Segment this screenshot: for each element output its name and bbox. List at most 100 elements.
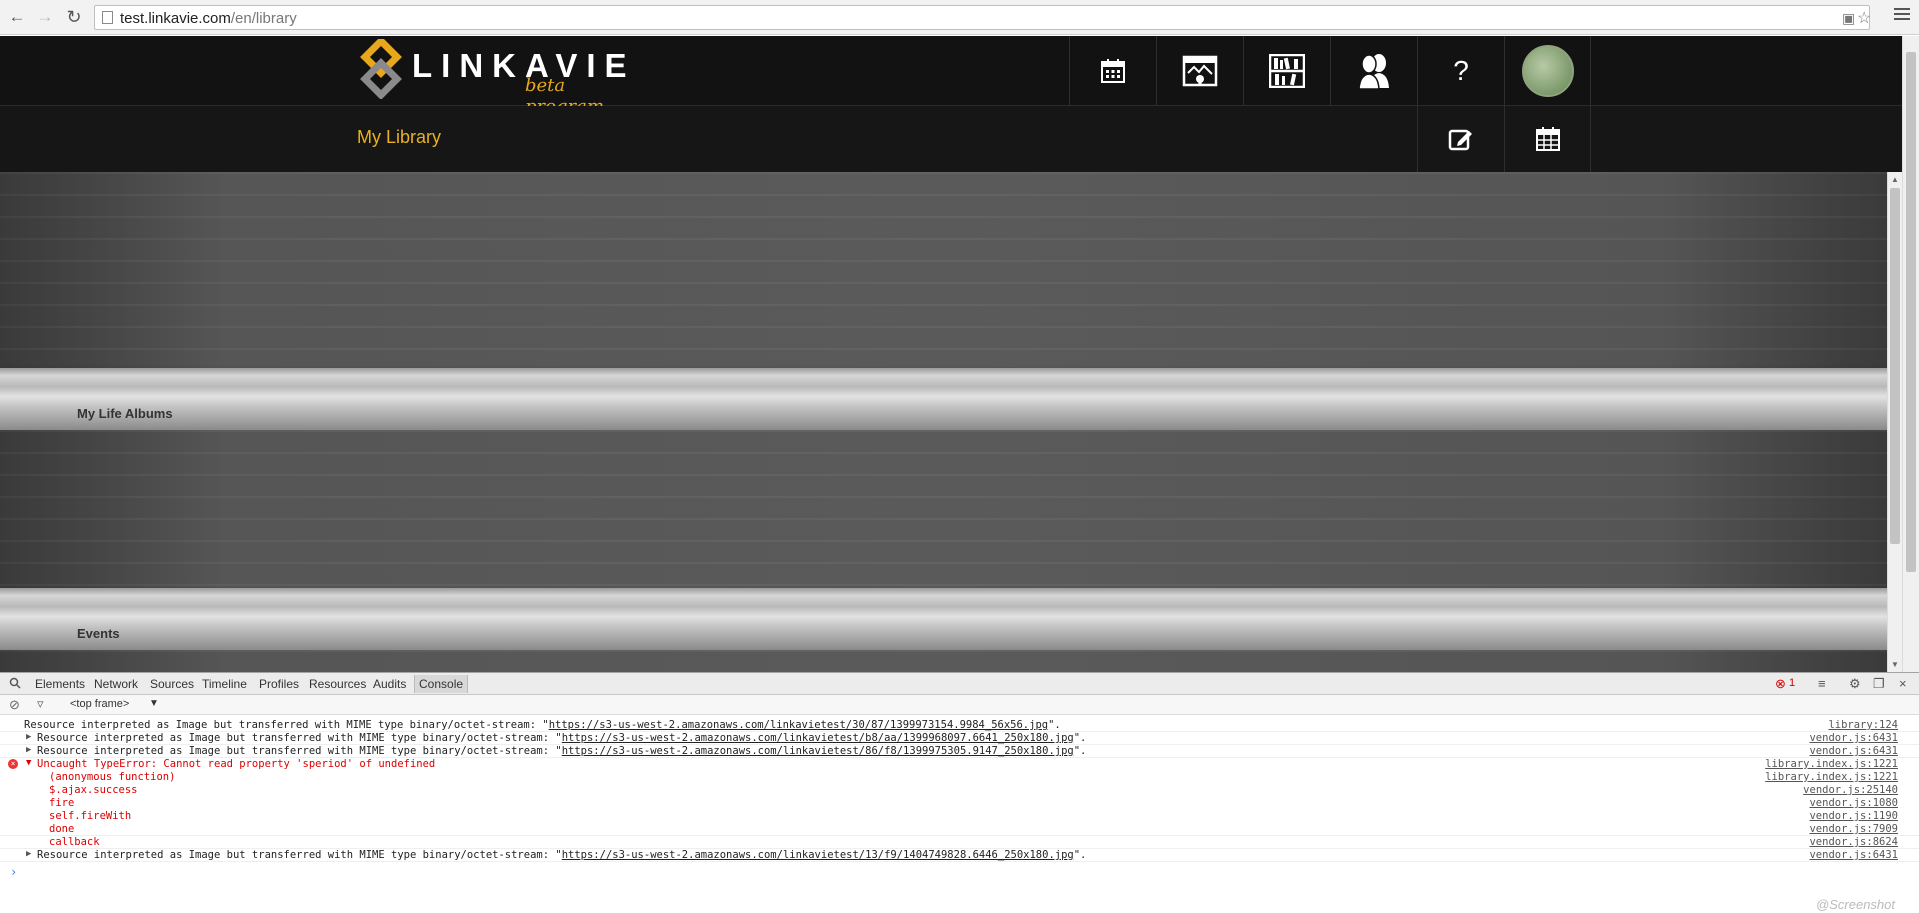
- stack-frame: done: [49, 823, 75, 835]
- close-icon[interactable]: ×: [1899, 676, 1907, 691]
- dock-icon[interactable]: ❐: [1873, 676, 1885, 692]
- expand-triangle-icon[interactable]: ▶: [26, 732, 31, 742]
- shelf-board: My Life Albums: [0, 368, 1887, 430]
- drawer-toggle-icon[interactable]: ≡: [1818, 676, 1826, 691]
- star-bookmark-icon[interactable]: ☆: [1857, 8, 1871, 28]
- console-link[interactable]: https://s3-us-west-2.amazonaws.com/linka…: [562, 849, 1074, 861]
- page-title: My Library: [357, 127, 442, 147]
- console-log: Resource interpreted as Image but transf…: [0, 715, 1919, 913]
- browser-menu-icon[interactable]: [1894, 8, 1910, 24]
- console-message-text: Resource interpreted as Image but transf…: [37, 732, 1087, 744]
- page-scroll-thumb[interactable]: [1906, 52, 1916, 572]
- expand-triangle-icon[interactable]: ▶: [26, 745, 31, 755]
- tab-resources[interactable]: Resources: [309, 677, 366, 691]
- people-icon: [1358, 54, 1389, 90]
- tab-profiles[interactable]: Profiles: [259, 677, 299, 691]
- nav-library[interactable]: [1243, 36, 1330, 106]
- stack-frame: $.ajax.success: [49, 784, 138, 796]
- nav-people[interactable]: [1330, 36, 1417, 106]
- reload-icon[interactable]: ↻: [63, 6, 85, 28]
- frame-selector[interactable]: <top frame>: [70, 698, 129, 710]
- site-viewport: LINKAVIE beta program: [0, 36, 1902, 672]
- scroll-down-arrow-icon[interactable]: ▼: [1891, 660, 1899, 669]
- tab-sources[interactable]: Sources: [150, 677, 194, 691]
- clear-console-icon[interactable]: ⊘: [9, 697, 20, 713]
- chevron-down-icon[interactable]: ▼: [149, 698, 159, 709]
- forward-arrow-icon[interactable]: →: [34, 6, 56, 28]
- calendar-icon: [1101, 59, 1125, 83]
- devtools-tabbar: Elements Network Sources Timeline Profil…: [0, 673, 1919, 695]
- stack-source-link[interactable]: library.index.js:1221: [1765, 771, 1898, 783]
- nav-calendar[interactable]: [1069, 36, 1156, 106]
- console-error-continued: callback vendor.js:8624: [0, 836, 1919, 849]
- tab-audits[interactable]: Audits: [373, 677, 406, 691]
- shelf-wall: [0, 172, 1887, 368]
- bookshelf-icon: [1269, 54, 1305, 88]
- shelf-wall: [0, 430, 1887, 588]
- shelf-wall: [0, 650, 1887, 672]
- stack-source-link[interactable]: vendor.js:1190: [1809, 810, 1898, 822]
- scroll-thumb[interactable]: [1890, 188, 1900, 544]
- stack-source-link[interactable]: vendor.js:8624: [1809, 836, 1898, 848]
- nav-private-album[interactable]: [1156, 36, 1243, 106]
- edit-library-button[interactable]: [1417, 106, 1504, 172]
- shelf-label-events[interactable]: Events: [77, 626, 120, 641]
- scroll-up-arrow-icon[interactable]: ▲: [1891, 175, 1899, 184]
- console-prompt-icon[interactable]: ›: [10, 865, 17, 879]
- console-toolbar: ⊘ ▿ <top frame> ▼: [0, 695, 1919, 715]
- stack-source-link[interactable]: vendor.js:1080: [1809, 797, 1898, 809]
- console-link[interactable]: https://s3-us-west-2.amazonaws.com/linka…: [549, 719, 1048, 731]
- stack-frame: fire: [49, 797, 75, 809]
- console-source-link[interactable]: library.index.js:1221: [1765, 758, 1898, 770]
- error-icon[interactable]: ⊗: [1775, 676, 1786, 692]
- console-link[interactable]: https://s3-us-west-2.amazonaws.com/linka…: [562, 732, 1074, 744]
- console-source-link[interactable]: library:124: [1828, 719, 1898, 731]
- stack-frame: self.fireWith: [49, 810, 132, 822]
- calendar-grid-icon: [1535, 127, 1560, 151]
- console-message-text: Resource interpreted as Image but transf…: [24, 719, 1061, 731]
- url-text[interactable]: test.linkavie.com/en/library: [120, 10, 297, 27]
- gear-icon[interactable]: ⚙: [1849, 676, 1861, 692]
- devtools-panel: Elements Network Sources Timeline Profil…: [0, 672, 1919, 912]
- stack-source-link[interactable]: vendor.js:7909: [1809, 823, 1898, 835]
- site-header: LINKAVIE beta program: [0, 36, 1902, 117]
- console-link[interactable]: https://s3-us-west-2.amazonaws.com/linka…: [562, 745, 1074, 757]
- console-message: ▶ Resource interpreted as Image but tran…: [0, 745, 1919, 758]
- expand-triangle-icon[interactable]: ▶: [26, 849, 31, 859]
- stack-frame: callback: [49, 836, 100, 848]
- collapse-triangle-icon[interactable]: ▼: [26, 758, 31, 768]
- console-source-link[interactable]: vendor.js:6431: [1809, 732, 1898, 744]
- calendar-view-button[interactable]: [1504, 106, 1591, 172]
- stack-source-link[interactable]: vendor.js:25140: [1803, 784, 1898, 796]
- library-shelves: My Life Albums Events: [0, 172, 1887, 672]
- browser-toolbar: ← → ↻ test.linkavie.com/en/library ▣ ☆: [0, 0, 1919, 35]
- back-arrow-icon[interactable]: ←: [6, 6, 28, 28]
- nav-profile[interactable]: [1504, 36, 1591, 106]
- shelf-label-my-life-albums[interactable]: My Life Albums: [77, 406, 173, 421]
- console-source-link[interactable]: vendor.js:6431: [1809, 745, 1898, 757]
- library-scrollbar[interactable]: ▲ ▼: [1887, 172, 1902, 672]
- error-count-badge[interactable]: 1: [1789, 677, 1795, 689]
- avatar: [1521, 45, 1574, 97]
- translate-icon[interactable]: ▣: [1842, 10, 1855, 27]
- nav-help[interactable]: ?: [1417, 36, 1504, 106]
- search-icon[interactable]: [9, 677, 21, 689]
- watermark: @Screenshot: [1816, 897, 1895, 912]
- console-error: × ▼ Uncaught TypeError: Cannot read prop…: [0, 758, 1919, 836]
- filter-icon[interactable]: ▿: [37, 696, 44, 712]
- console-message: Resource interpreted as Image but transf…: [0, 719, 1919, 732]
- tab-elements[interactable]: Elements: [35, 677, 85, 691]
- logo-diamond-icon: [360, 39, 402, 99]
- tab-timeline[interactable]: Timeline: [202, 677, 247, 691]
- error-text: Uncaught TypeError: Cannot read property…: [37, 758, 436, 770]
- console-source-link[interactable]: vendor.js:6431: [1809, 849, 1898, 861]
- address-bar[interactable]: test.linkavie.com/en/library ▣ ☆: [94, 5, 1871, 30]
- error-badge-icon: ×: [8, 759, 18, 769]
- tab-console[interactable]: Console: [414, 675, 469, 693]
- tab-network[interactable]: Network: [94, 677, 138, 691]
- page-scrollbar[interactable]: [1902, 36, 1919, 672]
- url-path: /en/library: [230, 10, 297, 27]
- linkavie-logo[interactable]: LINKAVIE beta program: [357, 37, 627, 117]
- page-subheader: My Library: [0, 106, 1902, 172]
- console-message: ▶ Resource interpreted as Image but tran…: [0, 849, 1919, 862]
